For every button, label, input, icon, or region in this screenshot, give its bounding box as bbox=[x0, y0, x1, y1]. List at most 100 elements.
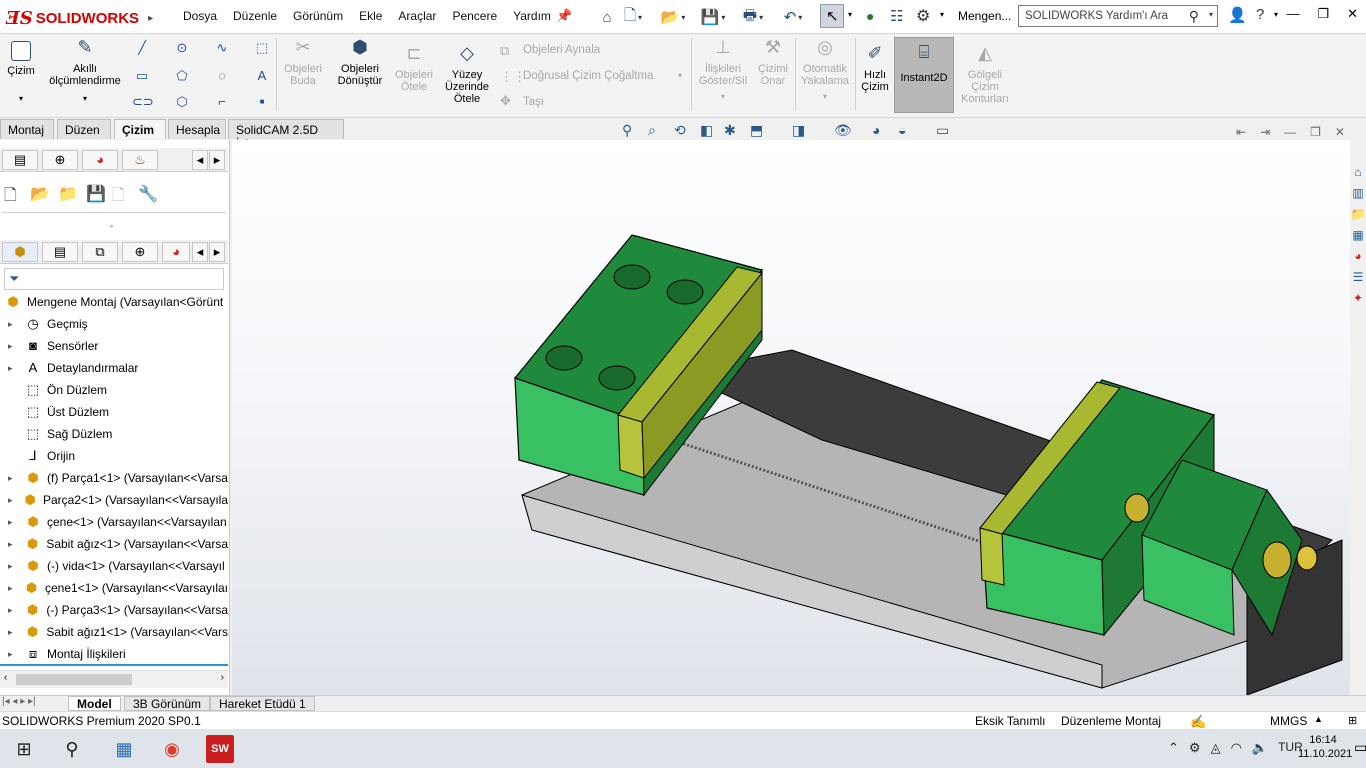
appearances-icon[interactable]: ◕ bbox=[1350, 249, 1366, 270]
menu-ekle[interactable]: Ekle bbox=[351, 9, 390, 23]
relations-dropdown-icon[interactable]: ▾ bbox=[696, 91, 750, 103]
ellipse-icon[interactable]: ◌ bbox=[212, 68, 232, 84]
custom-properties-icon[interactable]: ☰ bbox=[1350, 270, 1366, 291]
expand-arrow-icon[interactable]: ▸ bbox=[8, 517, 20, 528]
panel-scroll-right-icon[interactable]: ▸ bbox=[209, 150, 225, 170]
section-view-icon[interactable]: ◧ bbox=[700, 122, 713, 139]
linear-pattern-button[interactable]: Doğrusal Çizim Çoğaltma bbox=[523, 70, 653, 82]
gear-dropdown-icon[interactable]: ▾ bbox=[940, 10, 944, 19]
gear-icon[interactable]: ⚙ bbox=[916, 6, 930, 26]
display-manager-icon[interactable]: ◕ bbox=[82, 150, 118, 170]
search-icon[interactable]: ⚲ bbox=[1189, 8, 1199, 25]
hscroll-left-icon[interactable]: ‹ bbox=[4, 672, 7, 683]
new-file-icon[interactable]: 🗋 bbox=[4, 184, 17, 211]
splitter-handle-icon[interactable]: ⚬ bbox=[108, 222, 115, 231]
close-icon[interactable]: ✕ bbox=[1347, 6, 1358, 22]
help-icon[interactable]: ? bbox=[1256, 6, 1264, 23]
expand-arrow-icon[interactable]: ▸ bbox=[8, 627, 20, 638]
solidworks-forum-icon[interactable]: ✦ bbox=[1350, 291, 1366, 312]
search-dropdown-icon[interactable]: ▾ bbox=[1209, 10, 1213, 19]
select-dropdown-icon[interactable]: ▾ bbox=[848, 10, 852, 19]
text-icon[interactable]: A bbox=[252, 68, 272, 84]
solidworks-taskbar-icon[interactable]: SW bbox=[206, 735, 234, 763]
home-icon[interactable]: ⌂ bbox=[596, 6, 618, 28]
sketch-dropdown-icon[interactable]: ▾ bbox=[4, 93, 38, 105]
taskbar-search-icon[interactable]: ⚲ bbox=[58, 735, 86, 763]
chrome-icon[interactable]: ◉ bbox=[158, 735, 186, 763]
quick-snaps-button[interactable]: ◎ Otomatik Yakalama ▾ bbox=[798, 38, 852, 103]
tree-item[interactable]: ▸ ⧈ Montaj İlişkileri bbox=[0, 643, 228, 665]
panel-divider[interactable] bbox=[2, 212, 226, 218]
zoom-to-fit-icon[interactable]: ⚲ bbox=[622, 122, 632, 139]
tree-item[interactable]: ⬚ Üst Düzlem bbox=[0, 401, 228, 423]
tray-expand-icon[interactable]: ⌃ bbox=[1168, 740, 1179, 756]
lower-scroll-left-icon[interactable]: ◂ bbox=[192, 242, 208, 262]
tab-3d-view[interactable]: 3B Görünüm bbox=[124, 696, 211, 711]
pin-icon[interactable]: 📌 bbox=[556, 8, 572, 24]
options-list-icon[interactable]: ☷ bbox=[890, 7, 903, 25]
file-manager-icon[interactable]: ▦ bbox=[110, 735, 138, 763]
feature-manager-tab-icon[interactable]: ⬢ bbox=[2, 242, 38, 262]
property-tab-icon[interactable]: ▤ bbox=[42, 242, 78, 262]
tree-item[interactable]: ▸ ◷ Geçmiş bbox=[0, 313, 228, 335]
tree-item[interactable]: ▸ ⬢ (-) Parça3<1> (Varsayılan<<Varsa bbox=[0, 599, 228, 621]
hscroll-right-icon[interactable]: › bbox=[221, 672, 224, 683]
expand-arrow-icon[interactable]: ▸ bbox=[8, 341, 20, 352]
spline-icon[interactable]: ∿ bbox=[212, 40, 232, 56]
help-search-input[interactable]: SOLIDWORKS Yardım'ı Ara ⚲ ▾ bbox=[1018, 5, 1218, 27]
dimxpert-icon[interactable]: ⊕ bbox=[42, 150, 78, 170]
tab-nav-icons[interactable]: |◂ ◂ ▸ ▸| bbox=[2, 696, 36, 707]
tab-montaj[interactable]: Montaj bbox=[0, 119, 54, 139]
tab-solidcam[interactable]: SolidCAM 2.5D İşler bbox=[228, 119, 344, 151]
folder-icon[interactable]: 📁 bbox=[58, 184, 78, 204]
print-icon[interactable]: 🖶 ▾ bbox=[742, 6, 764, 28]
undo-icon[interactable]: ↶ ▾ bbox=[782, 6, 804, 28]
trim-entities-button[interactable]: ✂ Objeleri Buda bbox=[281, 38, 325, 87]
tab-motion-study[interactable]: Hareket Etüdü 1 bbox=[210, 696, 315, 711]
tree-item[interactable]: ⬚ Sağ Düzlem bbox=[0, 423, 228, 445]
mirror-entities-button[interactable]: Objeleri Aynala bbox=[523, 44, 600, 56]
vise-3d-model[interactable] bbox=[232, 140, 1350, 695]
instant2d-button[interactable]: ⌸ Instant2D bbox=[894, 37, 954, 113]
graphics-area[interactable] bbox=[232, 140, 1350, 695]
expand-arrow-icon[interactable]: ▸ bbox=[8, 561, 20, 572]
offset-entities-button[interactable]: ⊏ Objeleri Ötele bbox=[390, 44, 438, 93]
tab-duzen[interactable]: Düzen bbox=[57, 119, 111, 139]
view-settings-icon[interactable]: ▭ bbox=[936, 122, 949, 139]
offset-on-surface-button[interactable]: ◇ Yüzey Üzerinde Ötele bbox=[440, 44, 494, 105]
rebuild-icon[interactable]: ✍ bbox=[1190, 714, 1206, 730]
menu-dosya[interactable]: Dosya bbox=[175, 9, 225, 23]
snap-dropdown-icon[interactable]: ▾ bbox=[798, 91, 852, 103]
viewport-close-icon[interactable]: ✕ bbox=[1335, 125, 1345, 139]
tree-item[interactable]: ▸ ⬢ Sabit ağız<1> (Varsayılan<<Varsa bbox=[0, 533, 228, 555]
display-relations-button[interactable]: ⊥ İlişkileri Göster/Sil ▾ bbox=[696, 38, 750, 103]
expand-arrow-icon[interactable]: ▸ bbox=[8, 363, 20, 374]
tab-model[interactable]: Model bbox=[68, 696, 121, 711]
user-icon[interactable]: 👤 bbox=[1228, 6, 1247, 24]
select-cursor-button[interactable]: ↖ bbox=[820, 4, 844, 28]
menu-duzenle[interactable]: Düzenle bbox=[225, 9, 285, 23]
polygon-icon[interactable]: ⬡ bbox=[172, 94, 192, 110]
hide-show-icon[interactable]: 👁 bbox=[834, 122, 852, 139]
minimize-icon[interactable]: — bbox=[1286, 6, 1299, 22]
view-palette-icon[interactable]: ▦ bbox=[1350, 228, 1366, 249]
menu-pencere[interactable]: Pencere bbox=[444, 9, 505, 23]
move-entities-button[interactable]: Taşı bbox=[523, 96, 544, 108]
tree-item[interactable]: ⬚ Ön Düzlem bbox=[0, 379, 228, 401]
status-help-icon[interactable]: ⊞ bbox=[1348, 714, 1357, 727]
property-manager-icon[interactable]: ▤ bbox=[2, 150, 38, 170]
restore-icon[interactable]: ❐ bbox=[1317, 6, 1329, 22]
tree-filter[interactable]: ⏷ bbox=[4, 268, 224, 290]
tab-cizim[interactable]: Çizim bbox=[114, 119, 166, 139]
open-green-icon[interactable]: 📂 bbox=[30, 184, 50, 204]
tree-item[interactable]: ▸ A Detaylandırmalar bbox=[0, 357, 228, 379]
smart-dimension-button[interactable]: ✎ Akıllı ölçümlendirme ▾ bbox=[44, 38, 126, 105]
solidcam-icon[interactable]: ♨ bbox=[122, 150, 158, 170]
appearance-icon[interactable]: ◕ bbox=[872, 122, 880, 138]
open-folder-icon[interactable]: 📂 ▾ bbox=[661, 6, 686, 28]
repair-sketch-button[interactable]: ⚒ Çizimi Onar bbox=[754, 38, 792, 87]
line-icon[interactable]: ╱ bbox=[132, 40, 152, 56]
expand-arrow-icon[interactable]: ▸ bbox=[8, 605, 20, 616]
dynamic-annotation-icon[interactable]: ✱ bbox=[724, 122, 736, 139]
taskbar-clock[interactable]: 16:14 11.10.2021 bbox=[1298, 733, 1352, 761]
